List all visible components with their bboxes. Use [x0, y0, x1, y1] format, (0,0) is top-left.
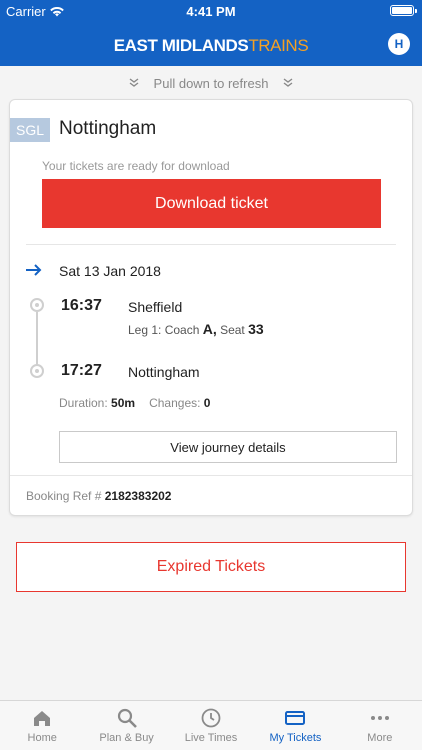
tab-my-tickets[interactable]: My Tickets — [253, 701, 337, 750]
route-line — [36, 312, 38, 372]
expired-tickets-button[interactable]: Expired Tickets — [16, 542, 406, 592]
departure-stop-icon — [30, 298, 44, 312]
departure-time: 16:37 — [61, 297, 102, 314]
status-time: 4:41 PM — [186, 4, 236, 19]
more-icon — [370, 716, 389, 720]
tab-bar: Home Plan & Buy Live Times My Tickets Mo… — [0, 700, 422, 750]
download-ticket-button[interactable]: Download ticket — [42, 179, 381, 228]
tab-plan-buy[interactable]: Plan & Buy — [84, 701, 168, 750]
booking-ref: Booking Ref # 2182383202 — [26, 489, 172, 503]
nav-bar: Carrier 4:41 PM EAST MIDLANDSTRAINS H — [0, 0, 422, 66]
refresh-label: Pull down to refresh — [153, 75, 269, 91]
pull-to-refresh: Pull down to refresh — [0, 70, 422, 96]
tab-live-times[interactable]: Live Times — [169, 701, 253, 750]
status-bar: Carrier 4:41 PM — [0, 0, 422, 22]
clock-icon — [201, 708, 221, 728]
ticket-type-badge: SGL — [10, 118, 50, 142]
tab-home[interactable]: Home — [0, 701, 84, 750]
divider — [26, 244, 396, 245]
ticket-icon — [285, 711, 306, 725]
departure-station: Sheffield — [128, 299, 183, 315]
ticket-destination: Nottingham — [59, 118, 157, 139]
arrival-time: 17:27 — [61, 362, 102, 379]
view-journey-details-button[interactable]: View journey details — [59, 431, 397, 463]
brand-logo: EAST MIDLANDSTRAINS — [113, 36, 309, 55]
arrival-station: Nottingham — [128, 364, 200, 380]
journey-date: Sat 13 Jan 2018 — [59, 263, 161, 279]
avatar[interactable]: H — [388, 33, 410, 55]
home-icon — [34, 711, 51, 726]
chevron-double-down-icon — [284, 78, 293, 87]
chevron-double-down-icon — [129, 78, 138, 87]
arrival-stop-icon — [30, 364, 44, 378]
ready-text: Your tickets are ready for download — [42, 159, 230, 173]
changes: Changes: 0 — [149, 396, 211, 410]
booking-ref-row: Booking Ref # 2182383202 — [10, 475, 412, 515]
battery-icon — [390, 5, 417, 16]
journey-meta: Duration: 50m Changes: 0 — [59, 396, 210, 410]
arrow-right-icon — [26, 264, 42, 276]
leg-info: Leg 1: Coach A, Seat 33 — [128, 321, 264, 337]
search-icon — [117, 708, 137, 728]
duration: Duration: 50m — [59, 396, 136, 410]
tab-more[interactable]: More — [338, 701, 422, 750]
ticket-card: SGL Nottingham Your tickets are ready fo… — [9, 99, 413, 516]
